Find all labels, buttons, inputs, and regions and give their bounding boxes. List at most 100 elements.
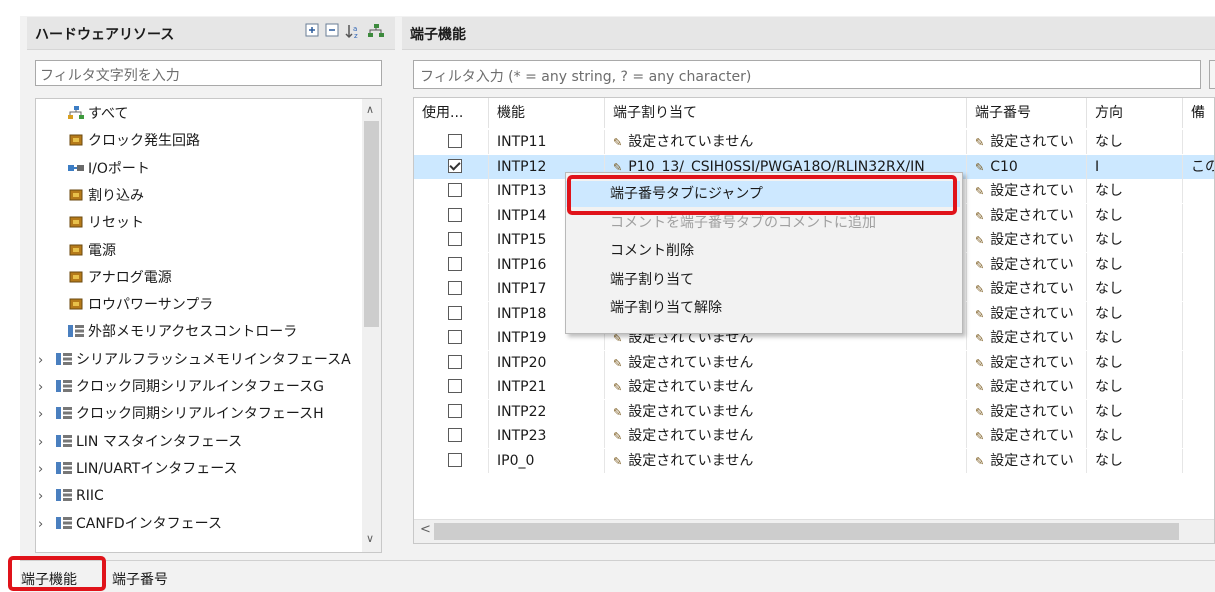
pin-number-cell[interactable]: ✎ 設定されてい — [967, 350, 1087, 375]
context-menu-item[interactable]: コメント削除 — [566, 238, 960, 264]
column-header[interactable]: 端子割り当て — [605, 98, 967, 128]
pin-assign-cell[interactable]: ✎ 設定されていません — [605, 350, 967, 375]
expand-arrow-icon[interactable]: › — [38, 484, 50, 510]
use-checkbox[interactable] — [448, 183, 462, 197]
sort-icon[interactable]: az — [345, 23, 361, 39]
tree-item-label: CANFDインタフェース — [76, 515, 222, 532]
pin-number-cell[interactable]: ✎ 設定されてい — [967, 399, 1087, 424]
tree-vertical-scrollbar[interactable]: ∧ ∨ — [362, 99, 381, 552]
pin-number-text: C10 — [990, 158, 1018, 175]
table-row[interactable]: INTP21 ✎ 設定されていません ✎ 設定されてい なし — [414, 375, 1214, 399]
tree-item[interactable]: › CANFDインタフェース — [38, 511, 222, 537]
use-checkbox[interactable] — [448, 158, 462, 173]
tree-item[interactable]: 外部メモリアクセスコントローラ — [38, 319, 297, 345]
column-header[interactable]: 端子番号 — [967, 98, 1087, 128]
tree-item[interactable]: › シリアルフラッシュメモリインタフェースA — [38, 347, 351, 373]
use-checkbox[interactable] — [448, 428, 462, 442]
use-checkbox[interactable] — [448, 305, 462, 320]
pin-assign-cell[interactable]: ✎ 設定されていません — [605, 448, 967, 473]
pin-number-cell[interactable]: ✎ 設定されてい — [967, 301, 1087, 326]
use-checkbox[interactable] — [448, 330, 462, 344]
use-checkbox[interactable] — [448, 379, 462, 393]
expand-arrow-icon[interactable]: › — [38, 375, 50, 401]
table-row[interactable]: INTP23 ✎ 設定されていません ✎ 設定されてい なし — [414, 424, 1214, 448]
expand-arrow-icon[interactable]: › — [38, 402, 50, 428]
table-hscroll-thumb[interactable] — [434, 523, 1179, 540]
tree-item[interactable]: › クロック同期シリアルインタフェースG — [38, 374, 324, 400]
pin-assign-cell[interactable]: ✎ 設定されていません — [605, 130, 967, 154]
tree-item[interactable]: リセット — [38, 210, 144, 236]
column-header[interactable]: 機能 — [489, 98, 605, 128]
table-row[interactable]: INTP20 ✎ 設定されていません ✎ 設定されてい なし — [414, 350, 1214, 375]
column-header[interactable]: 方向 — [1087, 98, 1183, 128]
expand-arrow-icon[interactable]: › — [38, 430, 50, 456]
scroll-left-icon[interactable]: < — [420, 522, 431, 537]
pin-number-cell[interactable]: ✎ 設定されてい — [967, 375, 1087, 399]
collapse-all-icon[interactable] — [325, 23, 339, 39]
expand-arrow-icon[interactable]: › — [38, 348, 50, 374]
svg-text:z: z — [354, 32, 358, 39]
use-cell — [414, 277, 489, 301]
pin-number-text: 設定されてい — [990, 207, 1074, 224]
highlight-jump-menu-item — [567, 175, 957, 215]
pin-assign-cell[interactable]: ✎ 設定されていません — [605, 399, 967, 424]
tree-item[interactable]: › クロック同期シリアルインタフェースH — [38, 401, 324, 427]
tree-scroll-thumb[interactable] — [364, 121, 379, 327]
use-checkbox[interactable] — [448, 403, 462, 418]
pin-number-cell[interactable]: ✎ 設定されてい — [967, 203, 1087, 228]
expand-arrow-icon[interactable]: › — [38, 512, 50, 538]
pin-number-cell[interactable]: ✎ 設定されてい — [967, 228, 1087, 252]
note-cell — [1183, 424, 1214, 448]
tree-item[interactable]: › LIN マスタインタフェース — [38, 429, 242, 455]
pin-number-cell[interactable]: ✎ 設定されてい — [967, 326, 1087, 350]
use-checkbox[interactable] — [448, 232, 462, 246]
context-menu-item[interactable]: 端子割り当て解除 — [566, 295, 960, 321]
hierarchy-view-icon[interactable] — [367, 23, 385, 39]
column-header[interactable]: 備 — [1183, 98, 1214, 128]
tree-item[interactable]: アナログ電源 — [38, 265, 172, 291]
use-checkbox[interactable] — [448, 452, 462, 467]
table-row[interactable]: IP0_0 ✎ 設定されていません ✎ 設定されてい なし — [414, 448, 1214, 473]
pin-assign-cell[interactable]: ✎ 設定されていません — [605, 424, 967, 448]
expand-all-icon[interactable] — [305, 23, 319, 39]
note-cell — [1183, 277, 1214, 301]
use-checkbox[interactable] — [448, 207, 462, 222]
tree-item[interactable]: › LIN/UARTインタフェース — [38, 456, 238, 482]
pin-number-cell[interactable]: ✎ C10 — [967, 154, 1087, 179]
tree-item[interactable]: 電源 — [38, 238, 116, 264]
use-checkbox[interactable] — [448, 281, 462, 295]
table-row[interactable]: INTP11 ✎ 設定されていません ✎ 設定されてい なし — [414, 130, 1214, 154]
pin-number-cell[interactable]: ✎ 設定されてい — [967, 252, 1087, 277]
table-horizontal-scrollbar[interactable]: < — [414, 519, 1214, 543]
use-checkbox[interactable] — [448, 134, 462, 148]
pin-number-cell[interactable]: ✎ 設定されてい — [967, 277, 1087, 301]
pin-number-cell[interactable]: ✎ 設定されてい — [967, 448, 1087, 473]
tree-item[interactable]: 割り込み — [38, 183, 144, 209]
scroll-down-icon[interactable]: ∨ — [366, 532, 374, 545]
tree-item[interactable]: › RIIC — [38, 483, 104, 509]
table-row[interactable]: INTP22 ✎ 設定されていません ✎ 設定されてい なし — [414, 399, 1214, 424]
use-checkbox[interactable] — [448, 354, 462, 369]
pin-number-cell[interactable]: ✎ 設定されてい — [967, 179, 1087, 203]
pin-number-cell[interactable]: ✎ 設定されてい — [967, 424, 1087, 448]
pin-function-filter-input[interactable]: フィルタ入力 (* = any string, ? = any characte… — [413, 60, 1201, 89]
pin-number-cell[interactable]: ✎ 設定されてい — [967, 130, 1087, 154]
pin-assign-cell[interactable]: ✎ 設定されていません — [605, 375, 967, 399]
tab-pin-number[interactable]: 端子番号 — [112, 569, 168, 591]
scroll-up-icon[interactable]: ∧ — [366, 103, 374, 116]
edit-pencil-icon: ✎ — [975, 332, 985, 345]
tree-item-label: 外部メモリアクセスコントローラ — [88, 324, 298, 341]
column-header[interactable]: 使用... — [414, 98, 489, 128]
context-menu-item[interactable]: 端子割り当て — [566, 267, 960, 293]
note-cell — [1183, 179, 1214, 203]
use-cell — [414, 203, 489, 228]
direction-cell: I — [1087, 154, 1183, 179]
tree-item[interactable]: I/Oポート — [38, 156, 150, 182]
resource-filter-input[interactable]: フィルタ文字列を入力 — [35, 60, 382, 86]
use-checkbox[interactable] — [448, 256, 462, 271]
tree-item[interactable]: ロウパワーサンプラ — [38, 292, 213, 318]
filter-side-button[interactable] — [1209, 60, 1215, 89]
expand-arrow-icon[interactable]: › — [38, 457, 50, 483]
tree-item[interactable]: すべて — [38, 101, 128, 127]
tree-item[interactable]: クロック発生回路 — [38, 128, 200, 154]
